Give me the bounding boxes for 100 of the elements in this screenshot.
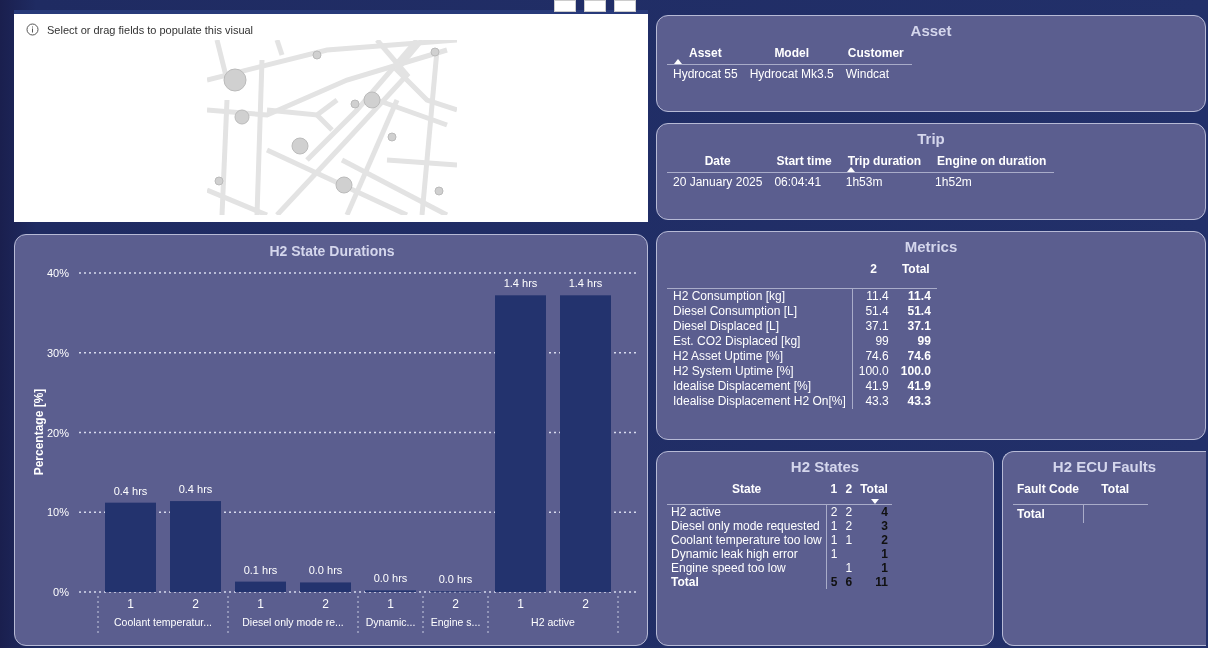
header-button[interactable] bbox=[554, 0, 576, 12]
total-cell: 11.4 bbox=[894, 288, 937, 304]
table-cell: 2 bbox=[845, 505, 853, 519]
y-tick-label: 30% bbox=[46, 346, 69, 359]
x-group-label: Engine s... bbox=[430, 616, 481, 628]
total-cell-text: 43.3 bbox=[906, 394, 932, 409]
table-cell: 74.6 bbox=[852, 349, 895, 364]
table-cell: 100.0 bbox=[852, 364, 895, 379]
x-category-label: 2 bbox=[582, 597, 589, 611]
row-label: Idealise Displacement [%] bbox=[667, 379, 853, 394]
y-tick-label: 10% bbox=[46, 506, 69, 519]
table-cell: 37.1 bbox=[852, 319, 895, 334]
header-button[interactable] bbox=[584, 0, 606, 12]
x-category-label: 1 bbox=[257, 597, 264, 611]
x-group-label: Coolant temperatur... bbox=[113, 616, 213, 628]
column-header[interactable]: Date bbox=[667, 152, 769, 173]
table-cell: 4 bbox=[881, 505, 888, 519]
table-cell: 11 bbox=[875, 575, 888, 589]
placeholder-message: Select or drag fields to populate this visual bbox=[47, 23, 254, 36]
total-cell-text: 51.4 bbox=[906, 304, 932, 319]
row-label: Total bbox=[671, 575, 699, 589]
panel-title: Asset bbox=[909, 21, 953, 41]
total-cell-text: 41.9 bbox=[906, 379, 932, 394]
panel-title: H2 ECU Faults bbox=[1051, 457, 1158, 477]
table-cell: 1 bbox=[830, 519, 838, 533]
column-header[interactable]: Customer bbox=[839, 44, 912, 65]
table-cell: 41.9 bbox=[852, 379, 895, 394]
row-label: H2 Asset Uptime [%] bbox=[667, 349, 853, 364]
data-label: 0.4 hrs bbox=[113, 484, 148, 497]
row-label: H2 active bbox=[671, 505, 722, 519]
panel-title: H2 States bbox=[789, 457, 861, 477]
column-header[interactable]: 1 bbox=[826, 480, 842, 505]
x-group-label: Diesel only mode re... bbox=[242, 616, 344, 628]
row-label: Engine speed too low bbox=[671, 561, 786, 575]
row-label: Diesel only mode requested bbox=[671, 519, 820, 533]
info-icon bbox=[26, 23, 39, 36]
chart-title: H2 State Durations bbox=[268, 242, 396, 261]
data-label: 0.0 hrs bbox=[308, 564, 343, 577]
row-label: Coolant temperature too low bbox=[671, 533, 822, 547]
table-cell: Hydrocat Mk3.5 bbox=[743, 64, 840, 83]
data-label: 0.0 hrs bbox=[373, 572, 408, 585]
table-cell: 1 bbox=[845, 533, 853, 547]
table-cell: 2 bbox=[881, 533, 888, 547]
total-cell-text: 74.6 bbox=[906, 349, 932, 364]
data-label: 1.4 hrs bbox=[568, 277, 603, 290]
column-header[interactable]: Engine on duration bbox=[929, 152, 1055, 173]
table-cell: 1h52m bbox=[929, 172, 1055, 191]
column-header[interactable]: Trip duration bbox=[839, 152, 930, 173]
y-tick-label: 20% bbox=[46, 426, 69, 439]
total-cell-text: 37.1 bbox=[906, 319, 932, 334]
column-header[interactable]: Total bbox=[856, 480, 892, 505]
column-header[interactable]: Start time bbox=[768, 152, 840, 173]
row-label: Dynamic leak high error bbox=[671, 547, 798, 561]
x-category-label: 2 bbox=[452, 597, 459, 611]
column-header[interactable]: Fault Code bbox=[1013, 480, 1083, 505]
table-cell: 99 bbox=[852, 334, 895, 349]
total-cell-text: 99 bbox=[916, 334, 932, 349]
y-tick-label: 40% bbox=[46, 267, 69, 279]
row-label: Total bbox=[1017, 507, 1045, 521]
x-category-label: 2 bbox=[192, 597, 199, 611]
x-category-label: 2 bbox=[322, 597, 329, 611]
table-cell: Hydrocat 55 bbox=[667, 64, 744, 83]
row-label: H2 System Uptime [%] bbox=[667, 364, 853, 379]
header-button[interactable] bbox=[614, 0, 636, 12]
table-cell: 20 January 2025 bbox=[667, 172, 769, 191]
table-cell: 11.4 bbox=[852, 288, 895, 304]
y-axis-title: Percentage [%] bbox=[32, 388, 46, 476]
row-label: Diesel Displaced [L] bbox=[667, 319, 853, 334]
data-label: 0.1 hrs bbox=[243, 563, 278, 576]
table-cell: 2 bbox=[830, 505, 838, 519]
total-cell-text: 100.0 bbox=[899, 364, 932, 379]
table-cell: 51.4 bbox=[852, 304, 895, 319]
row-label: Diesel Consumption [L] bbox=[667, 304, 853, 319]
column-header[interactable]: 2 bbox=[841, 480, 857, 505]
table-cell: Windcat bbox=[839, 64, 912, 83]
table-cell: 1 bbox=[845, 561, 853, 575]
row-label: Est. CO2 Displaced [kg] bbox=[667, 334, 853, 349]
table-cell: 06:04:41 bbox=[768, 172, 840, 191]
data-label: 0.4 hrs bbox=[178, 483, 213, 496]
column-header[interactable]: Total bbox=[1083, 480, 1148, 505]
table-cell: 1 bbox=[881, 547, 888, 561]
y-tick-label: 0% bbox=[53, 586, 69, 598]
column-header[interactable]: Asset bbox=[667, 44, 744, 65]
column-header[interactable]: 2 bbox=[852, 260, 895, 289]
x-group-label: Dynamic... bbox=[365, 616, 416, 628]
x-group-label: H2 active bbox=[531, 616, 575, 628]
table-cell: 3 bbox=[881, 519, 888, 533]
panel-title: Metrics bbox=[903, 237, 959, 257]
table-cell: 1 bbox=[830, 547, 838, 561]
row-label: Idealise Displacement H2 On[%] bbox=[667, 394, 853, 409]
x-category-label: 1 bbox=[517, 597, 524, 611]
data-label: 1.4 hrs bbox=[503, 277, 538, 290]
column-header[interactable]: Total bbox=[894, 260, 937, 289]
row-label: H2 Consumption [kg] bbox=[667, 288, 853, 304]
x-category-label: 1 bbox=[387, 597, 394, 611]
column-header[interactable]: Model bbox=[743, 44, 840, 65]
column-header[interactable]: State bbox=[667, 480, 827, 505]
table-cell: 2 bbox=[845, 519, 853, 533]
data-label: 0.0 hrs bbox=[438, 573, 473, 586]
table-cell: 6 bbox=[845, 575, 853, 589]
